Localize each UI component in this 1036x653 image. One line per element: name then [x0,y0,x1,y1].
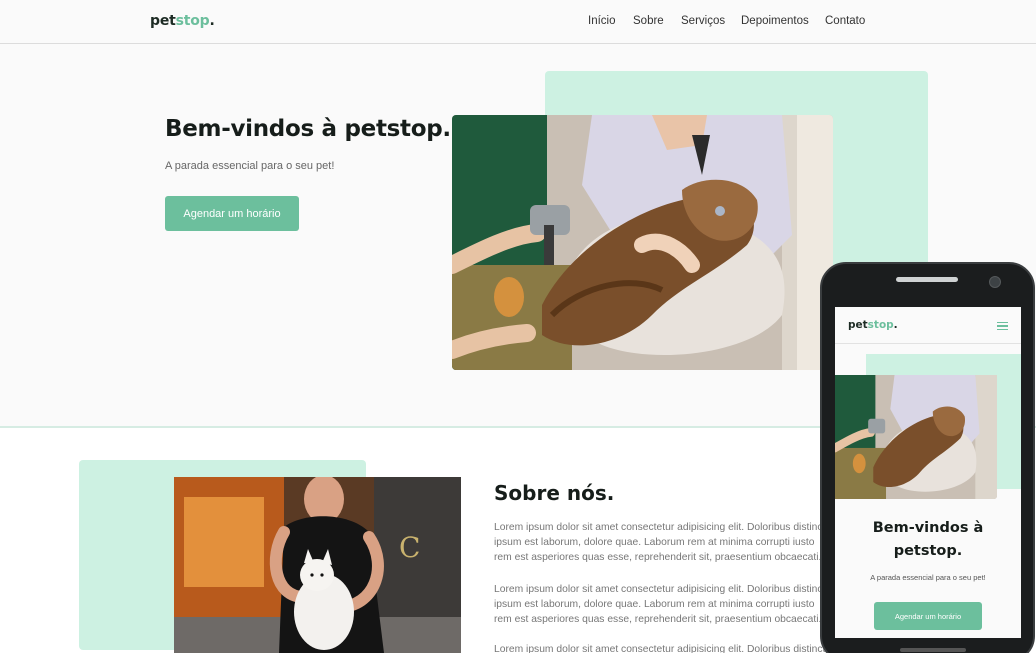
hamburger-menu-icon[interactable] [997,322,1008,331]
nav-link-servicos[interactable]: Serviços [681,15,725,27]
about-paragraph-2: Lorem ipsum dolor sit amet consectetur a… [494,584,834,625]
logo-pet: pet [150,13,176,29]
nav-link-contato[interactable]: Contato [825,15,865,27]
phone-speaker [896,277,958,282]
phone-camera-icon [989,276,1001,288]
about-title: Sobre nós. [494,481,615,505]
logo-stop: stop [175,13,210,29]
mobile-logo-dot: . [893,319,898,331]
top-navbar: petstop. Início Sobre Serviços Depoiment… [0,0,1036,44]
logo-dot: . [209,13,215,29]
nav-link-depoimentos[interactable]: Depoimentos [741,15,809,27]
mobile-schedule-appointment-button[interactable]: Agendar um horário [874,602,982,630]
mobile-hero-title-line-1: Bem-vindos à [872,520,984,536]
about-paragraph-3: Lorem ipsum dolor sit amet consectetur a… [494,644,834,653]
mobile-brand-logo[interactable]: petstop. [848,319,898,331]
hero-grooming-photo [452,115,833,370]
mobile-logo-pet: pet [848,319,868,331]
hero-subtitle: A parada essencial para o seu pet! [165,160,335,172]
schedule-appointment-button[interactable]: Agendar um horário [165,196,299,231]
phone-home-bar [900,648,966,652]
about-groomer-photo: C [174,477,461,653]
mobile-navbar: petstop. [835,307,1021,344]
mobile-hero-title-line-2: petstop. [893,543,963,559]
nav-link-inicio[interactable]: Início [588,15,616,27]
svg-text:C: C [399,531,420,564]
nav-link-sobre[interactable]: Sobre [633,15,664,27]
mobile-hero-photo [835,375,997,499]
hero-title: Bem-vindos à petstop. [165,116,451,142]
about-paragraph-1: Lorem ipsum dolor sit amet consectetur a… [494,522,834,563]
phone-screen: petstop. Bem-vindos à petstop. A parada … [835,307,1021,638]
mobile-hero-subtitle: A parada essencial para o seu pet! [870,573,986,582]
mobile-logo-stop: stop [867,319,894,331]
mobile-hero-title: Bem-vindos à petstop. [835,517,1021,563]
brand-logo[interactable]: petstop. [150,13,215,29]
